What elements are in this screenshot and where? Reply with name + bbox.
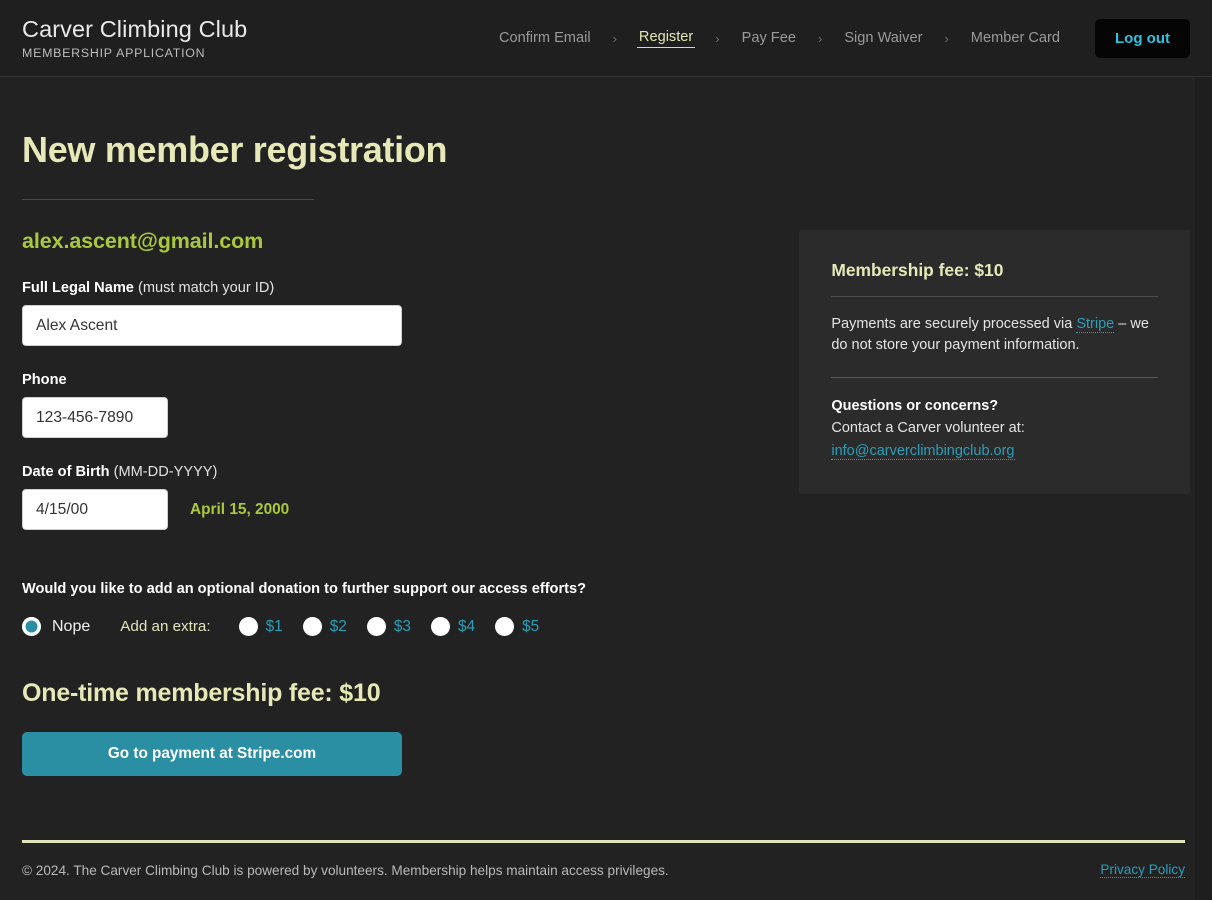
- go-to-payment-button[interactable]: Go to payment at Stripe.com: [22, 732, 402, 776]
- page-footer: © 2024. The Carver Climbing Club is powe…: [22, 862, 1185, 878]
- donation-radio-2[interactable]: [302, 617, 322, 636]
- card-title: Membership fee: $10: [831, 260, 1004, 280]
- breadcrumb-step-register[interactable]: Register: [636, 29, 696, 48]
- membership-fee-card: Membership fee: $10 Payments are securel…: [799, 230, 1190, 495]
- donation-radio-nope[interactable]: [22, 617, 41, 636]
- logout-button[interactable]: Log out: [1095, 18, 1190, 58]
- breadcrumb-step-pay-fee[interactable]: Pay Fee: [740, 30, 798, 46]
- donation-amount-group: $1 $2 $3 $4 $5: [238, 617, 539, 636]
- field-phone: Phone: [22, 372, 799, 438]
- breadcrumb-chevron-icon: ›: [817, 30, 823, 46]
- breadcrumb-step-sign-waiver[interactable]: Sign Waiver: [842, 30, 924, 46]
- donation-amount-label-2: $2: [329, 617, 347, 635]
- breadcrumb-step-member-card[interactable]: Member Card: [969, 30, 1062, 46]
- questions-title: Questions or concerns?: [831, 398, 999, 415]
- donation-amount-label-3: $3: [393, 617, 411, 635]
- breadcrumb-chevron-icon: ›: [715, 30, 720, 46]
- progress-breadcrumb: Confirm Email › Register › Pay Fee › Sig…: [497, 18, 1190, 58]
- page-title: New member registration: [22, 129, 448, 170]
- contact-email-link[interactable]: info@carverclimbingclub.org: [831, 443, 1015, 461]
- donation-nope-label: Nope: [52, 617, 91, 635]
- full-legal-name-label-text: Full Legal Name: [22, 280, 134, 296]
- phone-label-text: Phone: [22, 372, 67, 388]
- application-page: Carver Climbing Club MEMBERSHIP APPLICAT…: [0, 0, 1212, 900]
- field-full-legal-name: Full Legal Name (must match your ID): [22, 280, 799, 346]
- account-email: alex.ascent@gmail.com: [22, 229, 264, 253]
- donation-extra-label: Add an extra:: [120, 618, 211, 635]
- contact-text: Contact a Carver volunteer at:: [831, 420, 1025, 437]
- donation-section: Would you like to add an optional donati…: [22, 581, 799, 636]
- donation-option-3[interactable]: $3: [366, 617, 411, 636]
- footer-copyright: © 2024. The Carver Climbing Club is powe…: [22, 862, 669, 878]
- full-legal-name-input[interactable]: [22, 305, 402, 346]
- registration-form: alex.ascent@gmail.com Full Legal Name (m…: [22, 200, 799, 776]
- field-date-of-birth: Date of Birth (MM-DD-YYYY) April 15, 200…: [22, 464, 799, 530]
- brand-title: Carver Climbing Club: [22, 16, 248, 43]
- donation-radio-3[interactable]: [366, 617, 386, 636]
- fee-heading: One-time membership fee: $10: [22, 679, 381, 707]
- card-divider: [831, 296, 1158, 297]
- date-of-birth-row: April 15, 2000: [22, 489, 799, 530]
- donation-radio-1[interactable]: [238, 617, 258, 636]
- scroll-gutter: [1195, 77, 1212, 900]
- privacy-policy-link[interactable]: Privacy Policy: [1100, 862, 1185, 878]
- date-of-birth-hint: (MM-DD-YYYY): [113, 464, 218, 480]
- full-legal-name-hint: (must match your ID): [137, 280, 275, 296]
- breadcrumb-step-confirm-email[interactable]: Confirm Email: [497, 30, 593, 46]
- donation-amount-label-4: $4: [457, 617, 476, 635]
- breadcrumb-chevron-icon: ›: [944, 30, 949, 46]
- full-legal-name-label: Full Legal Name (must match your ID): [22, 280, 799, 296]
- date-of-birth-parsed-value: April 15, 2000: [190, 500, 290, 518]
- payment-text-before: Payments are securely processed via: [831, 316, 1077, 332]
- date-of-birth-label: Date of Birth (MM-DD-YYYY): [22, 464, 799, 480]
- date-of-birth-input[interactable]: [22, 489, 168, 530]
- donation-amount-label-1: $1: [265, 617, 283, 635]
- donation-option-4[interactable]: $4: [430, 617, 476, 636]
- donation-option-2[interactable]: $2: [302, 617, 347, 636]
- donation-question: Would you like to add an optional donati…: [22, 581, 587, 597]
- payment-info-text: Payments are securely processed via Stri…: [831, 314, 1158, 356]
- date-of-birth-label-text: Date of Birth: [22, 464, 110, 480]
- brand-block: Carver Climbing Club MEMBERSHIP APPLICAT…: [22, 16, 247, 60]
- donation-option-1[interactable]: $1: [238, 617, 283, 636]
- donation-radio-4[interactable]: [430, 617, 450, 636]
- app-header: Carver Climbing Club MEMBERSHIP APPLICAT…: [0, 0, 1212, 77]
- phone-label: Phone: [22, 372, 799, 388]
- sidebar-column: Membership fee: $10 Payments are securel…: [799, 200, 1190, 776]
- footer-divider: [22, 840, 1185, 843]
- phone-input[interactable]: [22, 397, 168, 438]
- stripe-link[interactable]: Stripe: [1076, 316, 1115, 333]
- brand-subtitle: MEMBERSHIP APPLICATION: [22, 45, 206, 60]
- content-columns: alex.ascent@gmail.com Full Legal Name (m…: [22, 200, 1190, 776]
- breadcrumb-chevron-icon: ›: [612, 30, 617, 46]
- donation-amount-label-5: $5: [522, 617, 540, 635]
- card-divider-secondary: [831, 377, 1158, 379]
- donation-radio-5[interactable]: [495, 617, 515, 636]
- page-body: New member registration alex.ascent@gmai…: [0, 77, 1212, 900]
- donation-options-row: Nope Add an extra: $1 $2 $3 $4 $5: [22, 617, 799, 636]
- donation-option-5[interactable]: $5: [495, 617, 539, 636]
